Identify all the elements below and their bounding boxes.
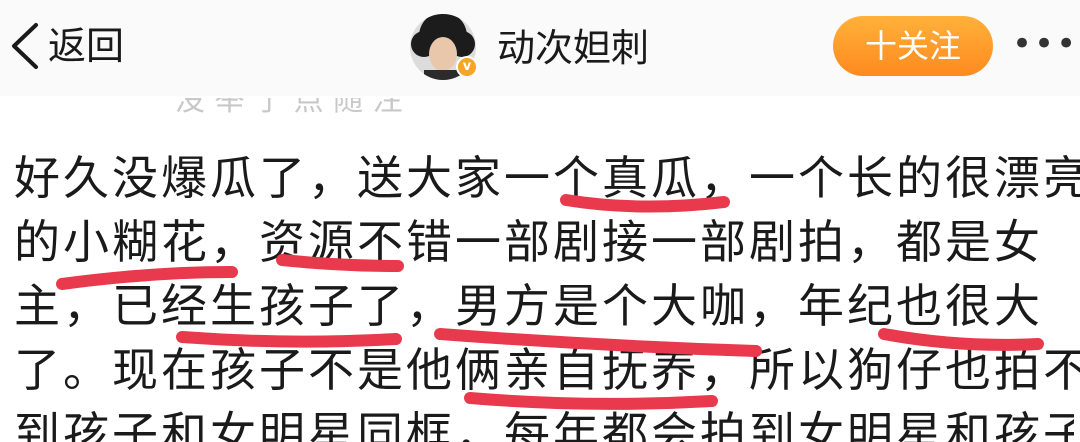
verified-badge-icon: v — [456, 56, 478, 78]
post-line: 的小糊花，资源不错一部剧接一部剧拍，都是女 — [14, 215, 1043, 269]
username[interactable]: 动次妲刺 — [497, 22, 649, 74]
post-line: 好久没爆瓜了，送大家一个真瓜，一个长的很漂亮 — [14, 151, 1080, 205]
back-button[interactable]: 返回 — [8, 18, 124, 74]
chevron-left-icon — [12, 23, 38, 69]
back-label: 返回 — [48, 24, 125, 68]
post-line: 到孩子和女明星同框，每年都会拍到女明星和孩子 — [14, 407, 1074, 442]
post-line: 主，已经生孩子了，男方是个大咖，年纪也很大 — [14, 279, 1043, 333]
follow-button[interactable]: 十关注 — [833, 16, 993, 76]
top-bar: 返回 v 动次妲刺 十关注 ••• — [0, 0, 1080, 96]
post-line: 了。现在孩子不是他俩亲自抚养，所以狗仔也拍不 — [14, 343, 1080, 397]
more-options-button[interactable]: ••• — [1012, 20, 1078, 68]
post-content: 好久没爆瓜了，送大家一个真瓜，一个长的很漂亮 的小糊花，资源不错一部剧接一部剧拍… — [14, 146, 1080, 442]
